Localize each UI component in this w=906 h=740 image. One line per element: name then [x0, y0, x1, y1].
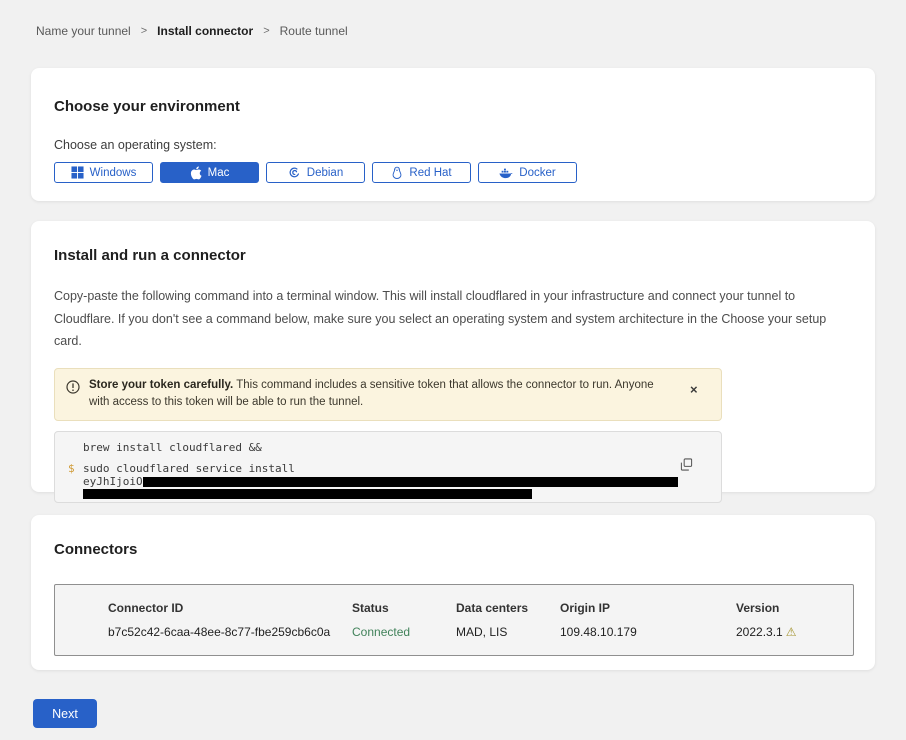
- code-line-1: brew install cloudflared &&: [83, 442, 262, 453]
- windows-icon: [71, 166, 84, 179]
- alert-circle-icon: [66, 380, 80, 399]
- breadcrumb-name-your-tunnel[interactable]: Name your tunnel: [36, 24, 131, 38]
- redacted-token-bar: [143, 477, 678, 487]
- os-button-label: Red Hat: [409, 167, 451, 179]
- version-warning-icon: ⚠: [786, 625, 797, 639]
- token-warning-banner: Store your token carefully. This command…: [54, 368, 722, 422]
- next-button[interactable]: Next: [33, 699, 97, 728]
- os-select-label: Choose an operating system:: [54, 138, 852, 152]
- token-warning-title: Store your token carefully.: [89, 379, 233, 391]
- header-version: Version: [736, 601, 853, 615]
- os-button-label: Docker: [519, 167, 555, 179]
- cell-connector-id: b7c52c42-6caa-48ee-8c77-fbe259cb6c0a: [108, 625, 352, 639]
- breadcrumb: Name your tunnel > Install connector > R…: [0, 0, 906, 38]
- code-line-2: sudo cloudflared service install: [83, 463, 295, 474]
- header-data-centers: Data centers: [456, 601, 560, 615]
- breadcrumb-separator: >: [141, 25, 147, 37]
- install-card: Install and run a connector Copy-paste t…: [31, 221, 875, 492]
- connectors-card-title: Connectors: [54, 541, 852, 558]
- os-button-docker[interactable]: Docker: [478, 162, 577, 183]
- code-gutter: [68, 442, 83, 453]
- status-badge: Connected: [352, 625, 456, 639]
- os-button-label: Mac: [208, 167, 230, 179]
- environment-card-title: Choose your environment: [54, 98, 852, 115]
- environment-card: Choose your environment Choose an operat…: [31, 68, 875, 201]
- cell-origin-ip: 109.48.10.179: [560, 625, 736, 639]
- header-connector-id: Connector ID: [108, 601, 352, 615]
- table-header-row: Connector ID Status Data centers Origin …: [108, 601, 853, 615]
- os-button-label: Debian: [307, 167, 343, 179]
- breadcrumb-install-connector[interactable]: Install connector: [157, 24, 253, 38]
- os-button-mac[interactable]: Mac: [160, 162, 259, 183]
- breadcrumb-separator: >: [263, 25, 269, 37]
- apple-icon: [190, 166, 202, 180]
- shell-prompt: $: [68, 463, 83, 474]
- install-command-block: brew install cloudflared && $ sudo cloud…: [54, 431, 722, 503]
- token-warning-text: Store your token carefully. This command…: [89, 377, 677, 413]
- header-origin-ip: Origin IP: [560, 601, 736, 615]
- os-button-redhat[interactable]: Red Hat: [372, 162, 471, 183]
- connectors-card: Connectors Connector ID Status Data cent…: [31, 515, 875, 670]
- os-button-group: Windows Mac Debian: [54, 162, 852, 183]
- version-value: 2022.3.1: [736, 625, 783, 639]
- os-button-windows[interactable]: Windows: [54, 162, 153, 183]
- debian-icon: [288, 166, 301, 179]
- table-row: b7c52c42-6caa-48ee-8c77-fbe259cb6c0a Con…: [108, 625, 853, 639]
- header-status: Status: [352, 601, 456, 615]
- close-icon[interactable]: ×: [686, 383, 702, 396]
- os-button-label: Windows: [90, 167, 137, 179]
- cell-data-centers: MAD, LIS: [456, 625, 560, 639]
- cell-version: 2022.3.1⚠: [736, 625, 853, 639]
- redacted-token-bar: [83, 489, 532, 499]
- breadcrumb-route-tunnel[interactable]: Route tunnel: [280, 24, 348, 38]
- connectors-table: Connector ID Status Data centers Origin …: [54, 584, 854, 656]
- docker-whale-icon: [499, 167, 513, 179]
- os-button-debian[interactable]: Debian: [266, 162, 365, 183]
- install-description: Copy-paste the following command into a …: [54, 285, 850, 353]
- copy-icon[interactable]: [678, 456, 695, 476]
- install-card-title: Install and run a connector: [54, 247, 852, 264]
- token-prefix: eyJhIjoiO: [83, 475, 143, 488]
- tux-penguin-icon: [391, 166, 403, 180]
